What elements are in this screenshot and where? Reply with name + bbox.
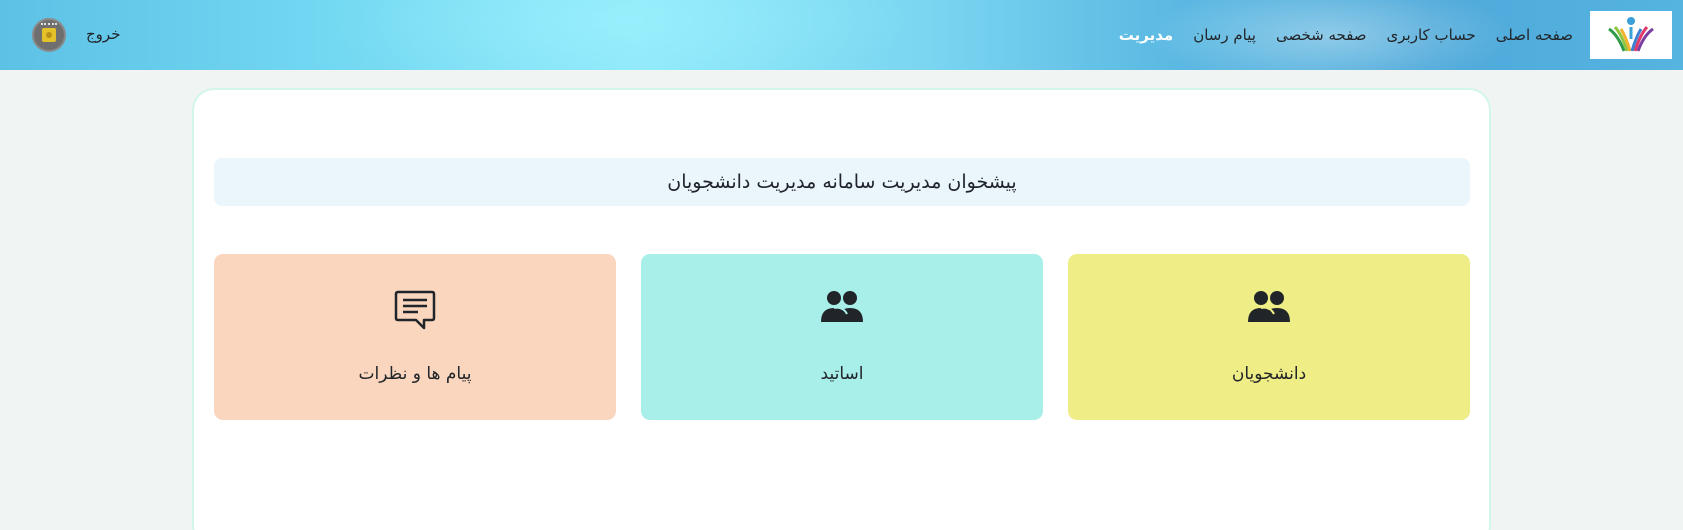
teachers-card[interactable]: اساتید (641, 254, 1043, 420)
nav-profile[interactable]: صفحه شخصی (1276, 25, 1367, 45)
students-card-label: دانشجویان (1231, 364, 1307, 384)
users-icon (1248, 291, 1290, 322)
users-icon (821, 291, 863, 322)
page-title: پیشخوان مدیریت سامانه مدیریت دانشجویان (214, 158, 1470, 206)
students-card[interactable]: دانشجویان (1068, 254, 1470, 420)
top-navbar: صفحه اصلی حساب کاربری صفحه شخصی پیام رسا… (0, 0, 1683, 70)
main-nav: صفحه اصلی حساب کاربری صفحه شخصی پیام رسا… (1119, 0, 1573, 70)
nav-messenger[interactable]: پیام رسان (1193, 25, 1256, 45)
messages-card-label: پیام ها و نظرات (358, 364, 472, 384)
user-avatar[interactable] (32, 18, 66, 52)
nav-management[interactable]: مدیریت (1119, 25, 1173, 45)
brand-logo[interactable] (1590, 11, 1672, 59)
nav-home[interactable]: صفحه اصلی (1496, 25, 1573, 45)
messages-card[interactable]: پیام ها و نظرات (214, 254, 616, 420)
dashboard-panel: پیشخوان مدیریت سامانه مدیریت دانشجویان د… (192, 88, 1491, 530)
chat-message-icon (394, 290, 436, 330)
logo-icon (1608, 17, 1654, 52)
avatar-image (42, 28, 56, 42)
logout-link[interactable]: خروج (86, 24, 120, 44)
nav-account[interactable]: حساب کاربری (1387, 25, 1476, 45)
teachers-card-label: اساتید (820, 364, 864, 384)
